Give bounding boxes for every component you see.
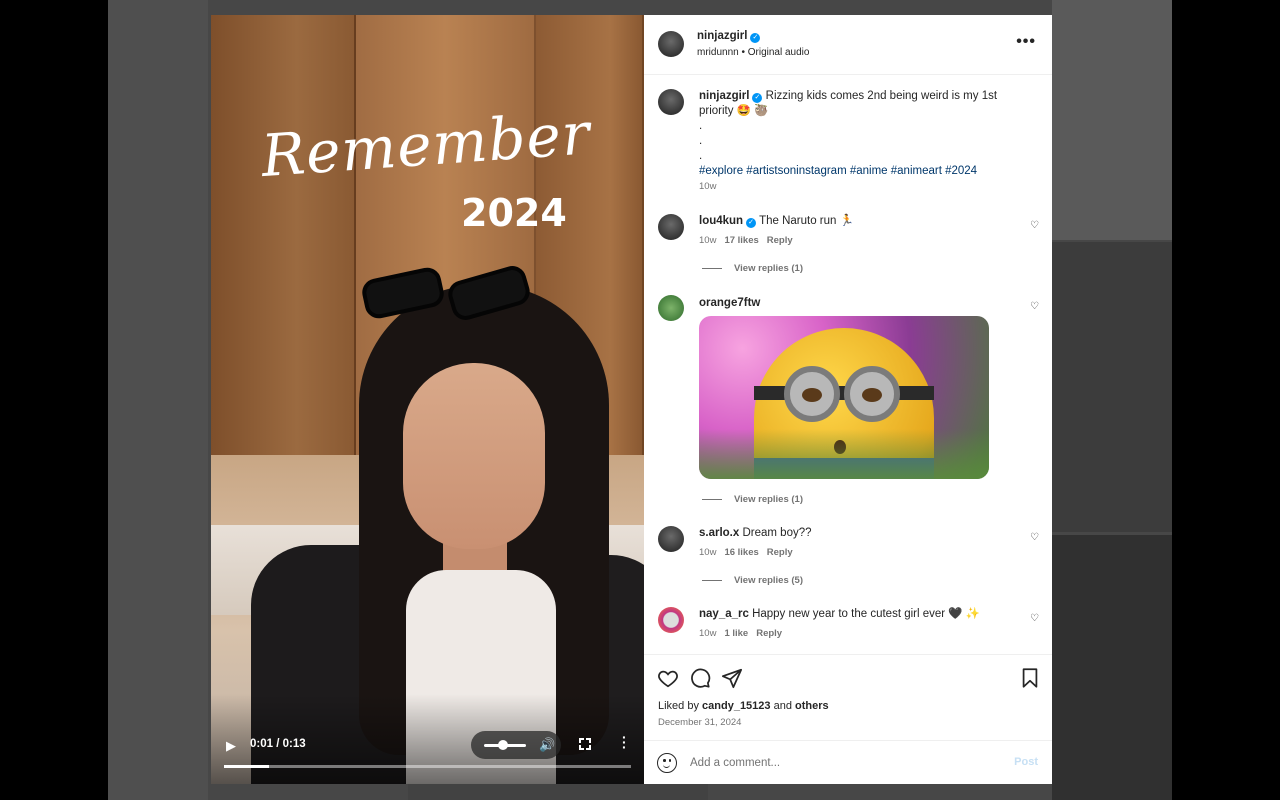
post-actions: Liked by candy_15123 and others December…: [644, 654, 1052, 740]
flower-field: [699, 429, 989, 479]
view-replies-button[interactable]: View replies (1): [702, 494, 803, 505]
video-progress-bar[interactable]: [224, 765, 631, 768]
liked-by-text: Liked by candy_15123 and others: [658, 700, 829, 712]
comment-time[interactable]: 10w: [699, 235, 716, 246]
face: [403, 363, 545, 549]
avatar[interactable]: [658, 214, 684, 240]
comment-text: Happy new year to the cutest girl ever 🖤…: [748, 608, 981, 620]
more-options-icon[interactable]: · · ·: [622, 730, 628, 754]
comment-text: The Naruto run 🏃: [756, 215, 854, 227]
post-header: ninjazgirl ✓ mridunnn • Original audio ••…: [644, 15, 1052, 75]
video-year-text: 2024: [461, 191, 567, 235]
caption-dot: .: [699, 150, 703, 162]
comment-username[interactable]: nay_a_rc: [699, 608, 749, 620]
caption-username[interactable]: ninjazgirl: [699, 90, 749, 102]
reply-button[interactable]: Reply: [767, 547, 793, 558]
liked-by-mid: and: [770, 700, 795, 712]
view-replies-button[interactable]: View replies (1): [702, 263, 803, 274]
add-comment-bar: Post: [644, 740, 1052, 784]
comment-username[interactable]: orange7ftw: [699, 297, 760, 309]
view-replies-button[interactable]: View replies (5): [702, 575, 803, 586]
share-icon[interactable]: [721, 667, 743, 689]
comment-username[interactable]: lou4kun: [699, 215, 743, 227]
sunglasses: [359, 262, 535, 324]
more-options-icon[interactable]: •••: [1016, 33, 1036, 51]
post-button[interactable]: Post: [1014, 756, 1038, 768]
caption-time[interactable]: 10w: [699, 181, 716, 192]
avatar[interactable]: [658, 31, 684, 57]
post-username-text[interactable]: ninjazgirl: [697, 30, 747, 42]
volume-slider-knob[interactable]: [497, 740, 508, 750]
comment-gif[interactable]: [699, 316, 989, 479]
post-details-panel: ninjazgirl ✓ mridunnn • Original audio ••…: [644, 15, 1052, 784]
post-modal: Remember 2024 ▶ 0:01 / 0:13 🔊 · · · ninjaz…: [211, 15, 1052, 784]
save-bookmark-icon[interactable]: [1019, 667, 1041, 689]
heart-icon[interactable]: ♡: [1030, 613, 1040, 624]
comment-username[interactable]: s.arlo.x: [699, 527, 739, 539]
post-date[interactable]: December 31, 2024: [658, 717, 741, 728]
heart-icon[interactable]: ♡: [1030, 301, 1040, 312]
caption-dot: .: [699, 120, 703, 132]
verified-icon: ✓: [752, 93, 763, 103]
avatar[interactable]: [658, 89, 684, 115]
audio-label[interactable]: mridunnn • Original audio: [697, 47, 809, 58]
comment-icon[interactable]: [689, 667, 711, 689]
liked-by-others[interactable]: others: [795, 700, 829, 712]
wood-panel: [211, 15, 356, 465]
comment-input[interactable]: [690, 751, 990, 775]
comment-text: Dream boy??: [739, 527, 812, 539]
verified-icon: ✓: [750, 33, 761, 43]
liked-by-user[interactable]: candy_15123: [702, 700, 771, 712]
comment-time[interactable]: 10w: [699, 547, 716, 558]
like-heart-icon[interactable]: [657, 667, 679, 689]
caption-hashtags[interactable]: #explore #artistsoninstagram #anime #ani…: [699, 165, 977, 177]
video-time: 0:01 / 0:13: [250, 738, 306, 750]
reel-video[interactable]: Remember 2024 ▶ 0:01 / 0:13 🔊 · · ·: [211, 15, 644, 784]
caption-dot: .: [699, 135, 703, 147]
emoji-icon[interactable]: [657, 753, 677, 773]
post-username[interactable]: ninjazgirl ✓: [697, 30, 761, 43]
volume-icon[interactable]: 🔊: [539, 737, 555, 753]
comment-likes[interactable]: 16 likes: [724, 547, 758, 558]
liked-by-prefix: Liked by: [658, 700, 703, 712]
comment-likes[interactable]: 17 likes: [724, 235, 758, 246]
video-progress-fill: [224, 765, 269, 768]
comment-likes[interactable]: 1 like: [724, 628, 748, 639]
reply-button[interactable]: Reply: [767, 235, 793, 246]
play-icon[interactable]: ▶: [226, 738, 240, 753]
avatar[interactable]: [658, 526, 684, 552]
reply-button[interactable]: Reply: [756, 628, 782, 639]
comments-list[interactable]: ninjazgirl ✓ Rizzing kids comes 2nd being…: [644, 75, 1052, 654]
heart-icon[interactable]: ♡: [1030, 532, 1040, 543]
fullscreen-icon[interactable]: [579, 738, 591, 750]
comment-time[interactable]: 10w: [699, 628, 716, 639]
heart-icon[interactable]: ♡: [1030, 220, 1040, 231]
verified-icon: ✓: [746, 218, 757, 228]
avatar[interactable]: [658, 607, 684, 633]
avatar[interactable]: [658, 295, 684, 321]
